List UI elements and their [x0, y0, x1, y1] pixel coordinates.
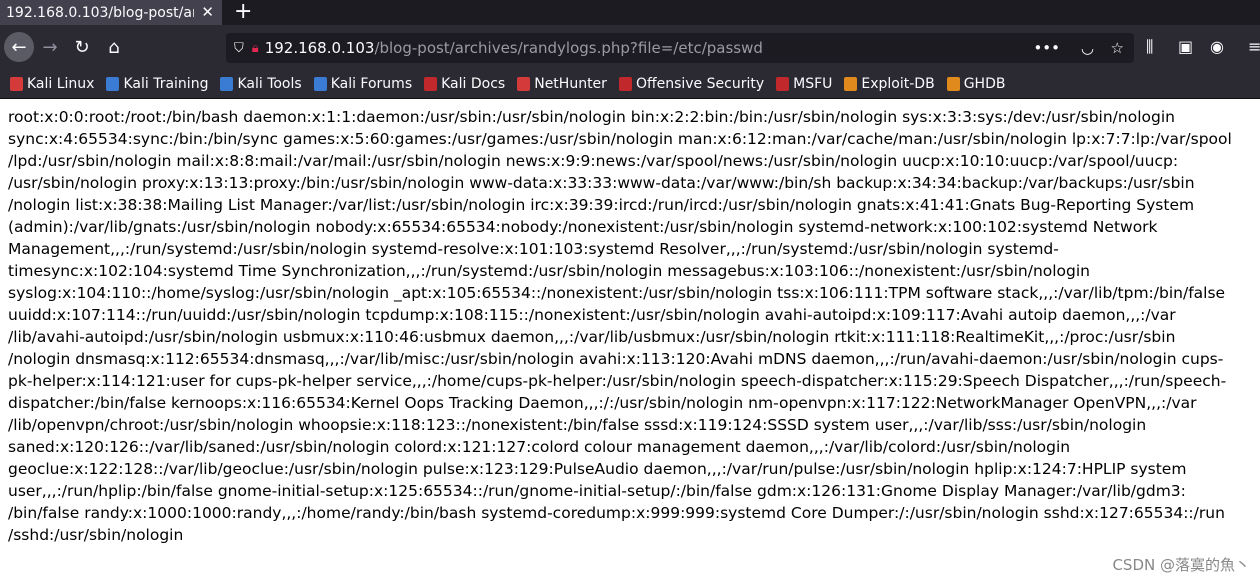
- watermark: CSDN @落寞的魚丶: [1112, 556, 1250, 574]
- bookmark-item[interactable]: MSFU: [776, 76, 832, 92]
- bookmark-favicon-icon: [106, 76, 120, 91]
- bookmark-favicon-icon: [618, 76, 632, 91]
- bookmark-favicon-icon: [517, 76, 531, 91]
- text-line: geoclue:x:122:128::/var/lib/geoclue:/usr…: [8, 460, 1187, 478]
- bookmark-label: MSFU: [793, 75, 833, 92]
- bookmark-favicon-icon: [946, 76, 960, 91]
- bookmark-item[interactable]: Kali Linux: [10, 76, 94, 92]
- bookmark-label: Kali Forums: [330, 75, 413, 92]
- text-line: dispatcher:/bin/false kernoops:x:116:655…: [8, 394, 1197, 412]
- bookmark-item[interactable]: Kali Docs: [424, 76, 505, 92]
- text-line: pk-helper:x:114:121:user for cups-pk-hel…: [8, 372, 1227, 390]
- url-host: 192.168.0.103: [264, 39, 375, 57]
- text-line: Management,,,:/run/systemd:/usr/sbin/nol…: [8, 240, 1059, 258]
- text-line: /lib/openvpn/chroot:/usr/sbin/nologin wh…: [8, 416, 1147, 434]
- home-button[interactable]: ⌂: [98, 37, 130, 58]
- pocket-icon[interactable]: ◡: [1081, 39, 1094, 57]
- text-line: timesync:x:102:104:systemd Time Synchron…: [8, 262, 1091, 280]
- text-line: /lib/avahi-autoipd:/usr/sbin/nologin usb…: [8, 328, 1176, 346]
- account-icon[interactable]: ◉: [1210, 37, 1224, 56]
- text-line: user,,,:/run/hplip:/bin/false gnome-init…: [8, 482, 1186, 500]
- bookmark-favicon-icon: [844, 76, 858, 91]
- bookmark-item[interactable]: Kali Tools: [220, 75, 302, 92]
- tab-strip: 192.168.0.103/blog-post/archives/randylo…: [0, 0, 1260, 25]
- page-content: root:x:0:0:root:/root:/bin/bash daemon:x…: [0, 99, 1260, 553]
- bookmark-star-icon[interactable]: ☆: [1111, 39, 1124, 57]
- bookmark-favicon-icon: [313, 76, 327, 91]
- text-line: saned:x:120:126::/var/lib/saned:/usr/sbi…: [8, 438, 1071, 456]
- text-line: uuidd:x:107:114::/run/uuidd:/usr/sbin/no…: [8, 306, 1176, 324]
- close-tab-icon[interactable]: ✕: [201, 3, 214, 21]
- bookmark-item[interactable]: Kali Forums: [313, 75, 413, 92]
- bookmark-label: Kali Training: [123, 75, 209, 92]
- text-line: root:x:0:0:root:/root:/bin/bash daemon:x…: [8, 108, 1175, 126]
- bookmark-favicon-icon: [776, 76, 790, 91]
- bookmark-label: Exploit-DB: [861, 75, 935, 92]
- bookmark-label: NetHunter: [534, 75, 607, 92]
- bookmark-item[interactable]: Offensive Security: [618, 75, 765, 92]
- tab-active[interactable]: 192.168.0.103/blog-post/archives/randylo…: [0, 0, 222, 25]
- bookmark-item[interactable]: Kali Training: [106, 76, 208, 92]
- text-line: /bin/false randy:x:1000:1000:randy,,,:/h…: [8, 504, 1225, 522]
- forward-button[interactable]: →: [34, 37, 66, 58]
- bookmark-favicon-icon: [220, 76, 234, 91]
- url-bar[interactable]: ⛉ 🔒︎ 192.168.0.103/blog-post/archives/ra…: [226, 33, 1134, 63]
- bookmark-item[interactable]: NetHunter: [517, 76, 607, 92]
- menu-icon[interactable]: ≡: [1248, 37, 1260, 56]
- bookmark-label: Offensive Security: [635, 75, 765, 92]
- text-line: /nologin dnsmasq:x:112:65534:dnsmasq,,,:…: [8, 350, 1224, 368]
- back-button[interactable]: ←: [4, 32, 34, 62]
- bookmark-favicon-icon: [10, 76, 23, 91]
- bookmark-label: Kali Docs: [441, 75, 506, 92]
- sidebar-icon[interactable]: ▣: [1178, 37, 1193, 56]
- bookmarks-toolbar: Kali Linux Kali Training Kali Tools Kali Fo…: [0, 69, 1260, 99]
- url-path: /blog-post/archives/randylogs.php?file=/…: [374, 39, 763, 57]
- bookmark-label: Kali Linux: [27, 75, 95, 92]
- text-line: /lpd:/usr/sbin/nologin mail:x:8:8:mail:/…: [8, 152, 1179, 170]
- bookmark-item[interactable]: GHDB: [946, 75, 1006, 92]
- tab-title: 192.168.0.103/blog-post/archives/randylo…: [6, 4, 194, 21]
- text-line: /sshd:/usr/sbin/nologin: [8, 526, 184, 544]
- text-line: sync:x:4:65534:sync:/bin:/bin/sync games…: [8, 130, 1232, 148]
- shield-icon[interactable]: ⛉: [234, 41, 244, 56]
- insecure-lock-icon[interactable]: 🔒︎: [252, 41, 259, 56]
- library-icon[interactable]: ⫼: [1146, 37, 1153, 57]
- bookmark-label: Kali Tools: [237, 75, 302, 92]
- bookmark-label: GHDB: [963, 75, 1006, 92]
- bookmark-item[interactable]: Exploit-DB: [844, 75, 935, 92]
- new-tab-button[interactable]: +: [222, 0, 264, 25]
- bookmark-favicon-icon: [424, 76, 438, 91]
- text-line: syslog:x:104:110::/home/syslog:/usr/sbin…: [8, 284, 1226, 302]
- text-line: (admin):/var/lib/gnats:/usr/sbin/nologin…: [8, 218, 1158, 236]
- reload-button[interactable]: ↻: [66, 37, 98, 58]
- navigation-toolbar: ← → ↻ ⌂ ⛉ 🔒︎ 192.168.0.103/blog-post/arc…: [0, 25, 1260, 69]
- text-line: /usr/sbin/nologin proxy:x:13:13:proxy:/b…: [8, 174, 1195, 192]
- more-actions-icon[interactable]: •••: [1033, 39, 1060, 57]
- text-line: /nologin list:x:38:38:Mailing List Manag…: [8, 196, 1195, 214]
